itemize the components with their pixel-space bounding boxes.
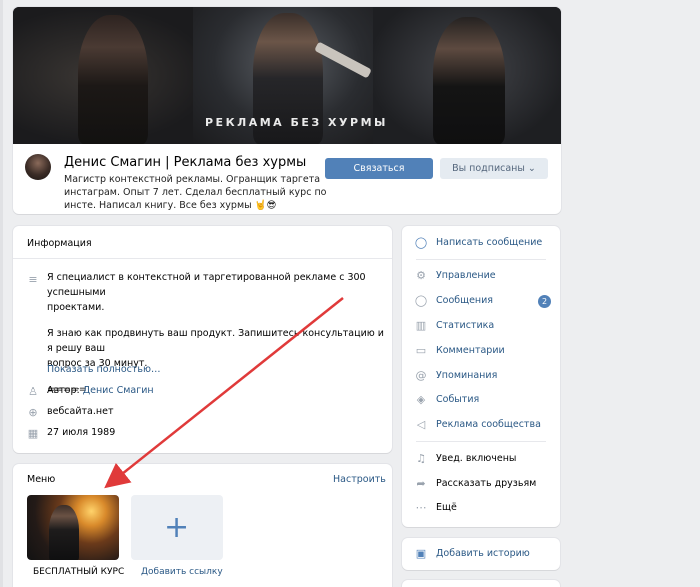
annotation-arrow <box>104 297 344 489</box>
